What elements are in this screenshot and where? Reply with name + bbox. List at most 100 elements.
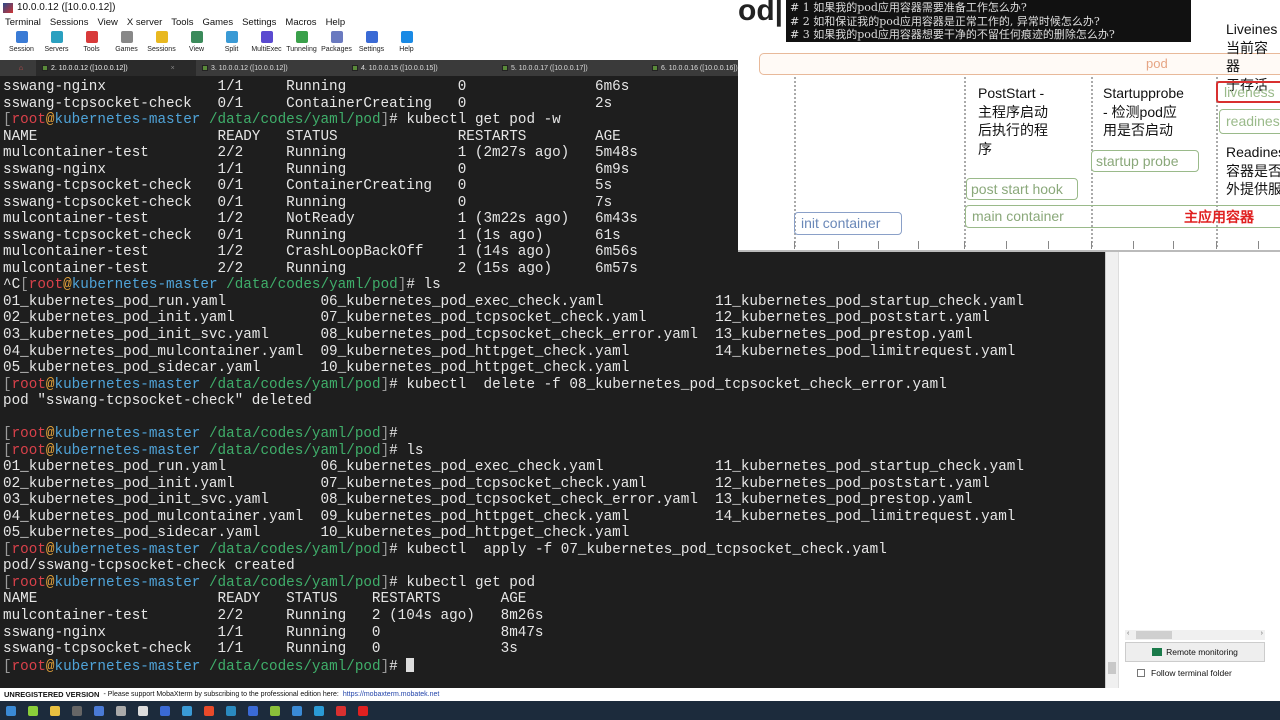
- remote-monitoring-label: Remote monitoring: [1166, 647, 1238, 657]
- follow-terminal-folder-checkbox[interactable]: Follow terminal folder: [1137, 668, 1232, 678]
- remote-monitoring-button[interactable]: Remote monitoring: [1125, 642, 1265, 662]
- taskbar-app-icon[interactable]: [270, 705, 280, 716]
- session-tab-3[interactable]: 3. 10.0.0.12 ([10.0.0.12]): [196, 60, 346, 76]
- help-icon: [400, 31, 413, 43]
- command-text: kubectl get pod -w: [406, 112, 561, 129]
- taskbar-app-icon[interactable]: [72, 705, 82, 716]
- taskbar-app-icon[interactable]: [116, 705, 126, 716]
- taskbar-app-icon[interactable]: [28, 705, 38, 716]
- output-line: NAME READY STATUS RESTARTS AGE: [3, 591, 527, 608]
- prompt-user: root: [11, 442, 46, 459]
- toolbar-view-button[interactable]: View: [179, 29, 214, 59]
- checkbox-icon[interactable]: [1137, 669, 1145, 677]
- prompt-line: [root@kubernetes-master /data/codes/yaml…: [0, 443, 1105, 460]
- prompt-symbol: ]: [380, 541, 390, 558]
- prompt-symbol: ]: [380, 442, 390, 459]
- tunneling-icon: [295, 31, 308, 43]
- toolbar-label: Split: [224, 46, 239, 53]
- prompt-user: root: [11, 112, 46, 129]
- prompt-path: /data/codes/yaml/pod: [208, 541, 381, 558]
- toolbar-tunneling-button[interactable]: Tunneling: [284, 29, 319, 59]
- taskbar-app-icon[interactable]: [94, 705, 104, 716]
- menu-item-help[interactable]: Help: [326, 17, 346, 28]
- games-icon: [120, 31, 133, 43]
- toolbar-settings-button[interactable]: Settings: [354, 29, 389, 59]
- session-tab-4[interactable]: 4. 10.0.0.15 ([10.0.0.15]): [346, 60, 496, 76]
- taskbar-app-icon[interactable]: [50, 705, 60, 716]
- toolbar-help-button[interactable]: Help: [389, 29, 424, 59]
- taskbar-app-icon[interactable]: [226, 705, 236, 716]
- interrupt-text: ^C: [3, 277, 21, 294]
- session-tab-5[interactable]: 5. 10.0.0.17 ([10.0.0.17]): [496, 60, 646, 76]
- star-icon: [155, 31, 168, 43]
- taskbar-app-icon[interactable]: [248, 705, 258, 716]
- output-line: 05_kubernetes_pod_sidecar.yaml 10_kubern…: [3, 360, 630, 377]
- menu-item-sessions[interactable]: Sessions: [50, 17, 89, 28]
- toolbar-label: MultiExec: [251, 46, 282, 53]
- toolbar-servers-button[interactable]: Servers: [39, 29, 74, 59]
- prompt-symbol: #: [406, 277, 424, 294]
- prompt-symbol: [: [3, 426, 12, 443]
- prompt-user: root: [11, 658, 46, 675]
- toolbar-label: Sessions: [147, 46, 176, 53]
- toolbar-label: Servers: [44, 46, 69, 53]
- home-tab-icon[interactable]: ⌂: [0, 60, 36, 76]
- menu-item-games[interactable]: Games: [202, 17, 233, 28]
- window-title: 10.0.0.12 ([10.0.0.12]): [17, 2, 116, 13]
- prompt-symbol: [: [20, 277, 29, 294]
- prompt-symbol: @: [45, 442, 55, 459]
- timeline-tick: [964, 241, 965, 249]
- menu-item-tools[interactable]: Tools: [171, 17, 193, 28]
- menu-item-macros[interactable]: Macros: [285, 17, 316, 28]
- mobatek-link[interactable]: https://mobaxterm.mobatek.net: [343, 691, 440, 698]
- prompt-symbol: [200, 542, 209, 558]
- prompt-user: root: [11, 574, 46, 591]
- taskbar-app-icon[interactable]: [358, 705, 368, 716]
- command-text: kubectl get pod: [406, 574, 536, 591]
- scroll-thumb[interactable]: [1108, 662, 1116, 674]
- session-tab-2[interactable]: 2. 10.0.0.12 ([10.0.0.12]) ×: [36, 60, 196, 76]
- tab-label: 4. 10.0.0.15 ([10.0.0.15]): [361, 64, 438, 72]
- toolbar-tools-button[interactable]: Tools: [74, 29, 109, 59]
- taskbar-app-icon[interactable]: [160, 705, 170, 716]
- toolbar-sessions-button[interactable]: Sessions: [144, 29, 179, 59]
- toolbar-multiexec-button[interactable]: MultiExec: [249, 29, 284, 59]
- prompt-path: /data/codes/yaml/pod: [226, 277, 398, 294]
- taskbar-app-icon[interactable]: [182, 705, 192, 716]
- taskbar-app-icon[interactable]: [336, 705, 346, 716]
- multiexec-icon: [260, 31, 273, 43]
- toolbar-split-button[interactable]: Split: [214, 29, 249, 59]
- tools-icon: [85, 31, 98, 43]
- prompt-symbol: [200, 575, 209, 591]
- question-1: # 1 如果我的pod应用容器需要准备工作怎么办?: [790, 1, 1027, 14]
- prompt-symbol: #: [389, 658, 407, 675]
- side-horizontal-scrollbar[interactable]: ‹ ›: [1125, 630, 1265, 640]
- prompt-symbol: ]: [380, 426, 390, 443]
- prompt-path: /data/codes/yaml/pod: [208, 658, 381, 675]
- prompt-symbol: [: [3, 442, 12, 459]
- menu-item-terminal[interactable]: Terminal: [5, 17, 41, 28]
- close-tab-icon[interactable]: ×: [171, 65, 175, 72]
- toolbar-games-button[interactable]: Games: [109, 29, 144, 59]
- toolbar: Session Servers Tools Games Sessions View Spli…: [0, 29, 424, 59]
- taskbar-app-icon[interactable]: [292, 705, 302, 716]
- prompt-line: [root@kubernetes-master /data/codes/yaml…: [0, 657, 1105, 675]
- prompt-symbol: ]: [380, 574, 390, 591]
- start-icon[interactable]: [6, 705, 16, 716]
- toolbar-packages-button[interactable]: Packages: [319, 29, 354, 59]
- status-bar: UNREGISTERED VERSION - Please support Mo…: [0, 688, 1280, 701]
- menu-item-x-server[interactable]: X server: [127, 17, 162, 28]
- toolbar-session-button[interactable]: Session: [4, 29, 39, 59]
- output-line: mulcontainer-test 2/2 Running 2 (104s ag…: [3, 608, 544, 624]
- prompt-symbol: #: [389, 426, 407, 443]
- timeline-tick: [1216, 241, 1217, 249]
- tab-label: 5. 10.0.0.17 ([10.0.0.17]): [511, 64, 588, 72]
- taskbar-app-icon[interactable]: [314, 705, 324, 716]
- app-icon: [3, 2, 13, 13]
- taskbar-app-icon[interactable]: [138, 705, 148, 716]
- taskbar-app-icon[interactable]: [204, 705, 214, 716]
- output-line: sswang-nginx 1/1 Running 0 8m47s: [3, 624, 544, 641]
- menu-item-settings[interactable]: Settings: [242, 17, 276, 28]
- timeline-tick: [1133, 241, 1134, 249]
- menu-item-view[interactable]: View: [97, 17, 117, 28]
